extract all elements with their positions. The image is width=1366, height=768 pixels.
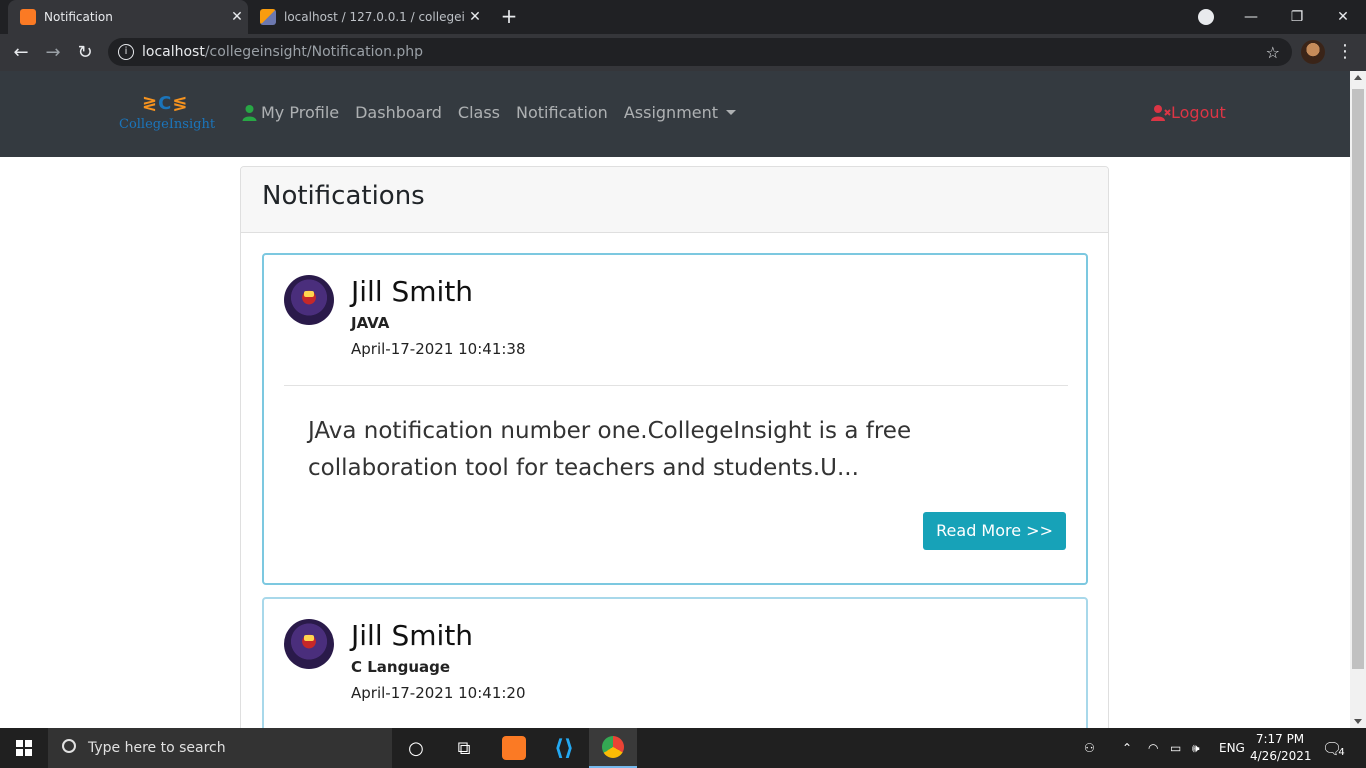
volume-icon[interactable]: 🕪 — [1192, 728, 1200, 768]
subject-name: JAVA — [351, 314, 390, 332]
action-center-icon[interactable]: 🗨 4 — [1322, 728, 1345, 768]
task-view-icon[interactable]: ⧉ — [440, 728, 488, 768]
bookmark-star-icon[interactable]: ☆ — [1266, 43, 1280, 62]
tab-search-icon[interactable] — [1198, 9, 1214, 25]
scrollbar-thumb[interactable] — [1352, 89, 1364, 669]
notification-item: Jill Smith JAVA April-17-2021 10:41:38 J… — [262, 253, 1088, 585]
nav-my-profile[interactable]: My Profile — [242, 103, 339, 122]
user-icon — [242, 104, 257, 121]
logout-link[interactable]: Logout — [1151, 103, 1226, 122]
avatar — [284, 619, 334, 669]
chrome-app-icon[interactable] — [589, 728, 637, 768]
profile-avatar[interactable] — [1301, 40, 1325, 64]
address-bar[interactable]: i localhost/collegeinsight/Notification.… — [108, 38, 1292, 66]
chevron-down-icon — [726, 110, 737, 115]
nav-assignment-label: Assignment — [623, 103, 719, 122]
xampp-favicon-icon — [20, 9, 36, 25]
scroll-down-icon[interactable] — [1354, 719, 1362, 724]
forward-icon[interactable]: → — [40, 40, 66, 66]
battery-icon[interactable]: ▭ — [1170, 728, 1181, 768]
nav-links: My Profile Dashboard Class Notification … — [242, 103, 752, 122]
vscode-app-icon[interactable]: ⟨⟩ — [540, 728, 588, 768]
close-tab-icon[interactable]: ✕ — [464, 9, 486, 25]
notification-meta: Jill Smith JAVA April-17-2021 10:41:38 — [351, 275, 526, 358]
nav-notification[interactable]: Notification — [516, 103, 608, 122]
avatar — [284, 275, 334, 325]
user-times-icon — [1151, 104, 1171, 121]
tab-notification[interactable]: Notification ✕ — [8, 0, 248, 34]
clock-time: 7:17 PM — [1255, 732, 1305, 746]
tab-title: Notification — [44, 10, 113, 24]
page-scrollbar[interactable] — [1350, 71, 1366, 728]
notification-date: April-17-2021 10:41:20 — [351, 684, 526, 702]
cortana-icon[interactable]: ○ — [392, 728, 440, 768]
browser-tab-strip: Notification ✕ localhost / 127.0.0.1 / c… — [0, 0, 1366, 34]
minimize-icon[interactable]: — — [1228, 0, 1274, 34]
site-info-icon[interactable]: i — [118, 44, 134, 60]
reload-icon[interactable]: ↻ — [72, 40, 98, 66]
restore-icon[interactable]: ❐ — [1274, 0, 1320, 34]
nav-dashboard[interactable]: Dashboard — [355, 103, 442, 122]
notifications-card: Notifications Jill Smith JAVA April-17-2… — [240, 166, 1109, 728]
divider — [284, 385, 1068, 386]
author-name: Jill Smith — [351, 619, 474, 652]
page-title: Notifications — [262, 181, 425, 211]
notification-item: Jill Smith C Language April-17-2021 10:4… — [262, 597, 1088, 728]
taskbar-search-placeholder: Type here to search — [88, 740, 226, 756]
language-indicator[interactable]: ENG — [1219, 728, 1245, 768]
page-viewport: ≷C≶ CollegeInsight My Profile Dashboard … — [0, 71, 1350, 728]
nav-assignment[interactable]: Assignment — [623, 103, 737, 122]
author-name: Jill Smith — [351, 275, 474, 308]
back-icon[interactable]: ← — [8, 40, 34, 66]
brand-mark: ≷C≶ — [142, 93, 189, 114]
close-tab-icon[interactable]: ✕ — [226, 9, 248, 25]
new-tab-icon[interactable]: + — [498, 6, 520, 28]
nav-class[interactable]: Class — [458, 103, 500, 122]
notification-date: April-17-2021 10:41:38 — [351, 340, 526, 358]
xampp-app-icon[interactable] — [490, 728, 538, 768]
scroll-up-icon[interactable] — [1354, 75, 1362, 80]
browser-toolbar: ← → ↻ i localhost/collegeinsight/Notific… — [0, 34, 1366, 71]
tab-phpmyadmin[interactable]: localhost / 127.0.0.1 / collegeinsight ✕ — [250, 0, 486, 34]
notification-message: JAva notification number one.CollegeInsi… — [308, 418, 912, 481]
system-clock[interactable]: 7:17 PM 4/26/2021 — [1250, 731, 1312, 765]
notification-meta: Jill Smith C Language April-17-2021 10:4… — [351, 619, 526, 702]
browser-menu-icon[interactable]: ⋮ — [1336, 40, 1354, 64]
taskbar-search[interactable]: Type here to search — [48, 728, 392, 768]
phpmyadmin-favicon-icon — [260, 9, 276, 25]
people-icon[interactable]: ⚇ — [1084, 728, 1095, 768]
windows-start-icon[interactable] — [0, 728, 48, 768]
read-more-button[interactable]: Read More >> — [923, 512, 1066, 550]
notification-count-badge: 4 — [1338, 746, 1345, 758]
window-close-icon[interactable]: ✕ — [1320, 0, 1366, 34]
tray-chevron-up-icon[interactable]: ⌃ — [1122, 728, 1132, 768]
nav-my-profile-label: My Profile — [261, 103, 340, 122]
tab-title: localhost / 127.0.0.1 / collegeinsight — [284, 10, 464, 24]
url-host: localhost — [142, 44, 205, 60]
windows-taskbar: Type here to search ○ ⧉ ⟨⟩ ⚇ ⌃ ◠ ▭ 🕪 ENG… — [0, 728, 1366, 768]
subject-name: C Language — [351, 658, 451, 676]
card-header: Notifications — [241, 167, 1108, 233]
search-icon — [62, 739, 76, 753]
clock-date: 4/26/2021 — [1250, 749, 1312, 763]
logout-label: Logout — [1171, 103, 1226, 122]
brand-logo[interactable]: ≷C≶ CollegeInsight — [118, 93, 222, 135]
brand-name: CollegeInsight — [119, 117, 216, 132]
site-navbar: ≷C≶ CollegeInsight My Profile Dashboard … — [0, 71, 1350, 157]
url-path: /collegeinsight/Notification.php — [204, 44, 424, 60]
wifi-icon[interactable]: ◠ — [1148, 728, 1158, 768]
